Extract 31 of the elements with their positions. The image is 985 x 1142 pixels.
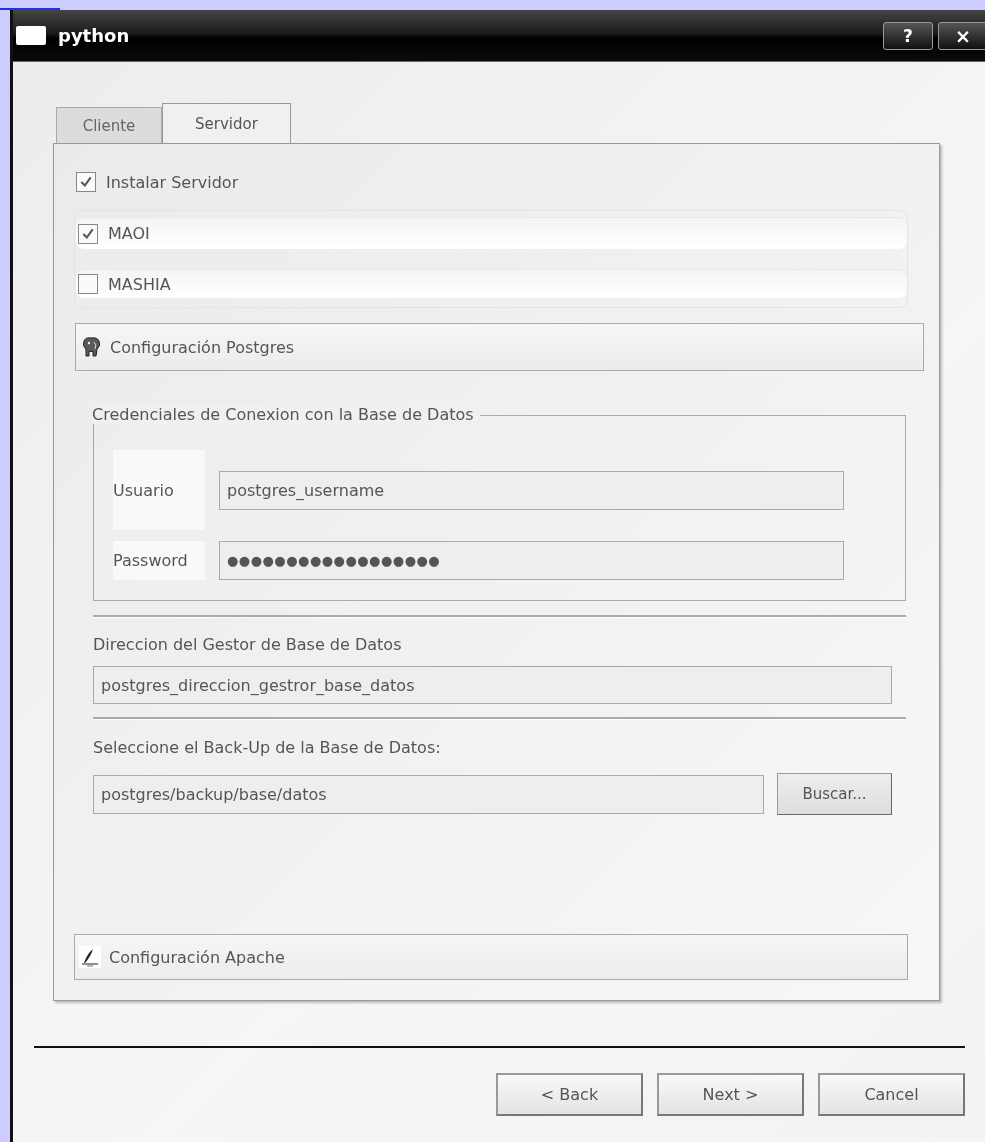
window-title: python bbox=[58, 25, 131, 46]
checkmark-icon bbox=[81, 226, 95, 241]
elephant-icon bbox=[80, 336, 102, 358]
checkmark-icon bbox=[79, 175, 93, 189]
tab[interactable]: Servidor bbox=[162, 103, 291, 143]
tab[interactable]: Cliente bbox=[56, 107, 162, 143]
checkbox-label: MASHIA bbox=[108, 274, 171, 294]
field-label: Direccion del Gestor de Base de Datos bbox=[93, 635, 403, 655]
checkbox[interactable] bbox=[78, 223, 98, 244]
input-field[interactable]: postgres_direccion_gestror_base_datos bbox=[93, 666, 892, 704]
section-header[interactable]: Configuración Apache bbox=[74, 934, 908, 980]
browse-button[interactable]: Buscar... bbox=[777, 773, 892, 815]
field-label: Usuario bbox=[113, 450, 205, 530]
group-box-title: Credenciales de Conexion con la Base de Datos bbox=[92, 405, 480, 424]
field-label: Password bbox=[113, 541, 205, 580]
wizard-button[interactable]: < Back bbox=[496, 1073, 643, 1116]
password-field[interactable]: ●●●●●●●●●●●●●●●●●● bbox=[219, 541, 844, 580]
wizard-button[interactable]: Cancel bbox=[818, 1073, 965, 1116]
input-field[interactable]: postgres/backup/base/datos bbox=[93, 774, 764, 814]
close-button[interactable]: × bbox=[938, 21, 985, 50]
field-label: Seleccione el Back-Up de la Base de Datos: bbox=[93, 738, 442, 758]
checkbox[interactable] bbox=[76, 172, 96, 192]
checkbox[interactable] bbox=[78, 274, 98, 294]
feather-icon bbox=[79, 946, 101, 968]
input-field[interactable]: postgres_username bbox=[219, 470, 844, 510]
help-button[interactable]: ? bbox=[883, 21, 933, 50]
window-icon bbox=[16, 26, 46, 45]
wizard-button[interactable]: Next > bbox=[657, 1073, 804, 1116]
section-header[interactable]: Configuración Postgres bbox=[75, 323, 924, 371]
checkbox-label: MAOI bbox=[108, 224, 150, 243]
checkbox-label: Instalar Servidor bbox=[106, 172, 239, 192]
